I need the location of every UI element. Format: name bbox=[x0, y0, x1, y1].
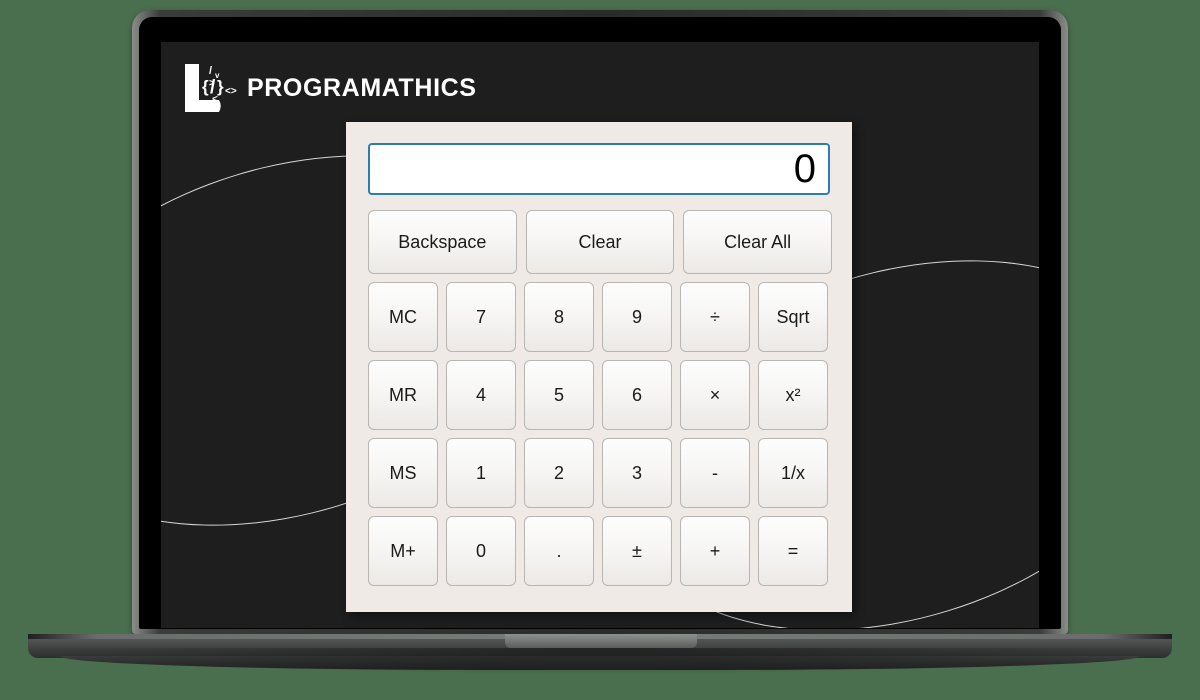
memory-recall-button[interactable]: MR bbox=[368, 360, 438, 430]
svg-text:{: { bbox=[202, 77, 209, 96]
memory-add-button[interactable]: M+ bbox=[368, 516, 438, 586]
memory-clear-button[interactable]: MC bbox=[368, 282, 438, 352]
clear-button[interactable]: Clear bbox=[525, 210, 675, 274]
brand-name: PROGRAMATHICS bbox=[247, 73, 477, 102]
laptop-base-bottom bbox=[60, 656, 1140, 670]
digit-8-button[interactable]: 8 bbox=[524, 282, 594, 352]
memory-store-button[interactable]: MS bbox=[368, 438, 438, 508]
svg-text:v: v bbox=[215, 71, 220, 80]
square-root-button[interactable]: Sqrt bbox=[758, 282, 828, 352]
laptop-device: { / } / v > < <> PROGRAMATHICS 0 Backspa… bbox=[0, 0, 1200, 700]
screen-content: { / } / v > < <> PROGRAMATHICS 0 Backspa… bbox=[161, 42, 1039, 628]
square-button[interactable]: x² bbox=[758, 360, 828, 430]
brand-logo: { / } / v > < <> PROGRAMATHICS bbox=[179, 56, 477, 120]
keypad-row-4: M+ 0 . ± + = bbox=[368, 516, 832, 586]
digit-2-button[interactable]: 2 bbox=[524, 438, 594, 508]
digit-9-button[interactable]: 9 bbox=[602, 282, 672, 352]
digit-4-button[interactable]: 4 bbox=[446, 360, 516, 430]
digit-1-button[interactable]: 1 bbox=[446, 438, 516, 508]
svg-text:<>: <> bbox=[225, 86, 237, 97]
calculator-display[interactable]: 0 bbox=[368, 143, 830, 195]
subtract-button[interactable]: - bbox=[680, 438, 750, 508]
reciprocal-button[interactable]: 1/x bbox=[758, 438, 828, 508]
keypad-row-2: MR 4 5 6 × x² bbox=[368, 360, 832, 430]
keypad-row-top: Backspace Clear Clear All bbox=[368, 210, 833, 274]
svg-text:<: < bbox=[212, 94, 218, 105]
svg-text:>: > bbox=[209, 78, 215, 89]
programathics-p-code-logo-icon: { / } / v > < <> bbox=[179, 56, 237, 120]
digit-3-button[interactable]: 3 bbox=[602, 438, 672, 508]
digit-6-button[interactable]: 6 bbox=[602, 360, 672, 430]
digit-0-button[interactable]: 0 bbox=[446, 516, 516, 586]
keypad-row-3: MS 1 2 3 - 1/x bbox=[368, 438, 832, 508]
multiply-button[interactable]: × bbox=[680, 360, 750, 430]
digit-5-button[interactable]: 5 bbox=[524, 360, 594, 430]
laptop-base-notch bbox=[505, 634, 697, 648]
clear-all-button[interactable]: Clear All bbox=[683, 210, 833, 274]
digit-7-button[interactable]: 7 bbox=[446, 282, 516, 352]
plus-minus-button[interactable]: ± bbox=[602, 516, 672, 586]
divide-button[interactable]: ÷ bbox=[680, 282, 750, 352]
keypad-row-1: MC 7 8 9 ÷ Sqrt bbox=[368, 282, 832, 352]
calculator-window: 0 Backspace Clear Clear All MC 7 8 9 ÷ S… bbox=[346, 122, 852, 612]
decimal-point-button[interactable]: . bbox=[524, 516, 594, 586]
add-button[interactable]: + bbox=[680, 516, 750, 586]
equals-button[interactable]: = bbox=[758, 516, 828, 586]
backspace-button[interactable]: Backspace bbox=[368, 210, 517, 274]
display-value: 0 bbox=[793, 147, 816, 191]
calculator-keypad: Backspace Clear Clear All MC 7 8 9 ÷ Sqr… bbox=[368, 210, 833, 594]
svg-text:/: / bbox=[209, 65, 212, 77]
